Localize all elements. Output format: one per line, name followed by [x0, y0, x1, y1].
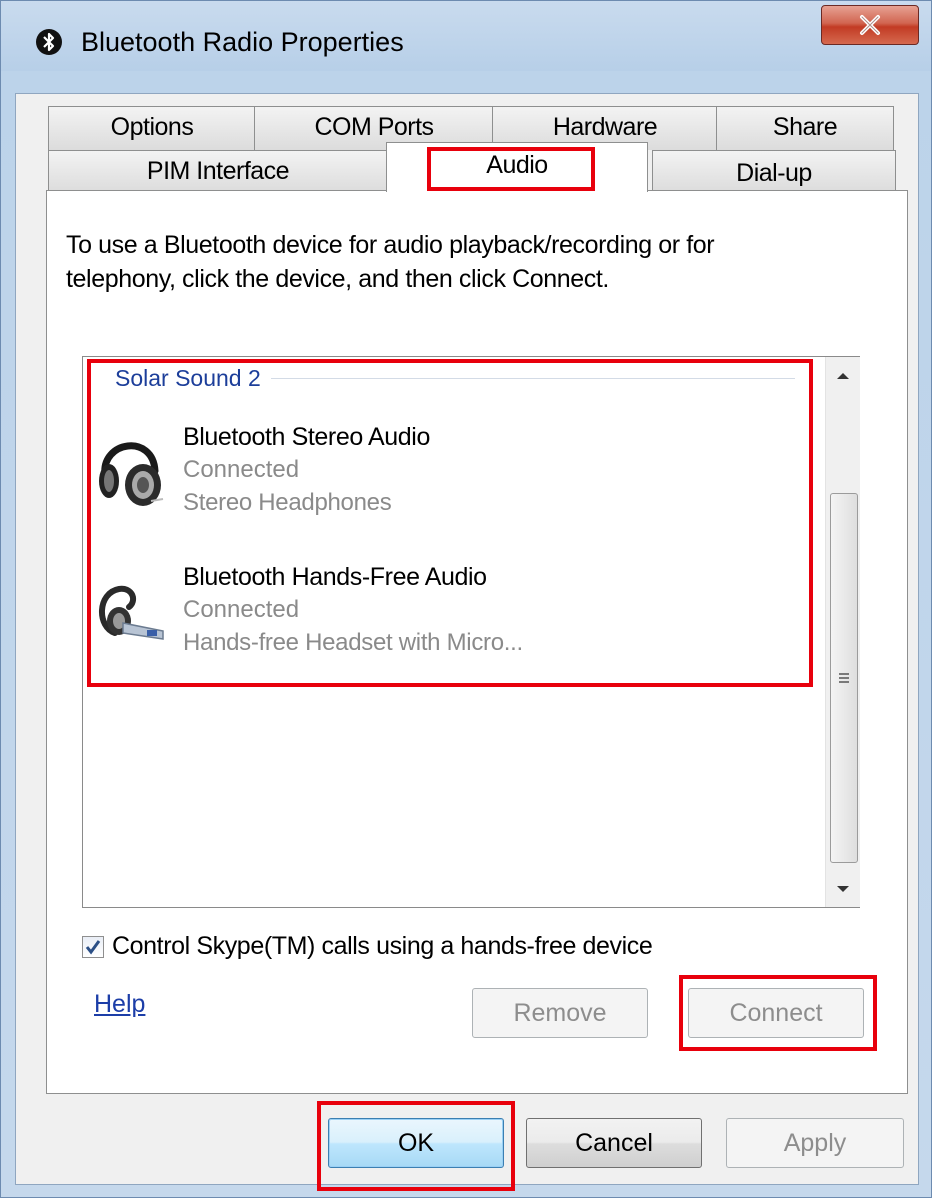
scroll-down-button[interactable]	[826, 871, 860, 907]
scroll-up-button[interactable]	[826, 357, 860, 393]
headphones-icon	[99, 442, 164, 506]
device-type: Hands-free Headset with Micro...	[183, 629, 523, 656]
device-group-name: Solar Sound 2	[115, 364, 261, 391]
audio-device-list[interactable]: Solar Sound 2 Bluetooth Stereo Audio Con…	[82, 356, 860, 908]
device-type: Stereo Headphones	[183, 489, 392, 516]
headset-icon	[99, 585, 164, 640]
device-name: Bluetooth Hands-Free Audio	[183, 563, 487, 591]
connect-button[interactable]: Connect	[688, 988, 864, 1038]
title-bar[interactable]: Bluetooth Radio Properties	[1, 1, 931, 93]
ok-button[interactable]: OK	[328, 1118, 504, 1168]
window-title: Bluetooth Radio Properties	[81, 27, 404, 57]
tab-share[interactable]: Share	[716, 106, 894, 150]
tab-label: Dial-up	[736, 159, 812, 187]
skype-control-label: Control Skype(TM) calls using a hands-fr…	[112, 932, 653, 960]
tab-options[interactable]: Options	[48, 106, 256, 150]
device-hands-free-audio[interactable]: Bluetooth Hands-Free Audio Connected Han…	[93, 563, 793, 683]
device-stereo-audio[interactable]: Bluetooth Stereo Audio Connected Stereo …	[93, 423, 793, 543]
skype-control-option[interactable]: Control Skype(TM) calls using a hands-fr…	[82, 932, 653, 961]
device-status: Connected	[183, 456, 300, 483]
tab-label: Hardware	[552, 113, 658, 141]
chevron-down-icon	[837, 885, 849, 892]
scroll-thumb[interactable]	[830, 493, 858, 863]
dialog-window: Bluetooth Radio Properties Options COM P…	[0, 0, 932, 1198]
grip-icon	[839, 673, 849, 683]
device-list-scrollbar[interactable]	[825, 357, 860, 907]
group-divider	[270, 377, 795, 379]
close-button[interactable]	[821, 5, 919, 45]
instructions-text: To use a Bluetooth device for audio play…	[66, 231, 715, 293]
tab-label: Share	[772, 113, 838, 141]
tab-audio[interactable]: Audio	[386, 142, 648, 192]
bluetooth-icon	[36, 29, 62, 55]
close-icon	[860, 15, 880, 35]
tab-label: Audio	[486, 151, 548, 179]
apply-button[interactable]: Apply	[726, 1118, 904, 1168]
device-name: Bluetooth Stereo Audio	[183, 423, 430, 451]
skype-control-checkbox[interactable]	[82, 935, 104, 958]
help-link[interactable]: Help	[94, 990, 145, 1019]
dialog-client-area: Options COM Ports Hardware Share PIM Int…	[15, 93, 919, 1185]
checkmark-icon	[85, 939, 101, 954]
tab-dial-up[interactable]: Dial-up	[652, 150, 896, 192]
tab-label: PIM Interface	[146, 157, 290, 185]
tab-label: Options	[110, 113, 194, 141]
chevron-up-icon	[837, 372, 849, 379]
remove-button[interactable]: Remove	[472, 988, 648, 1038]
tab-pim-interface[interactable]: PIM Interface	[48, 150, 388, 192]
device-status: Connected	[183, 596, 300, 623]
tab-label: COM Ports	[314, 113, 434, 141]
cancel-button[interactable]: Cancel	[526, 1118, 702, 1168]
device-group-header: Solar Sound 2	[115, 363, 795, 393]
